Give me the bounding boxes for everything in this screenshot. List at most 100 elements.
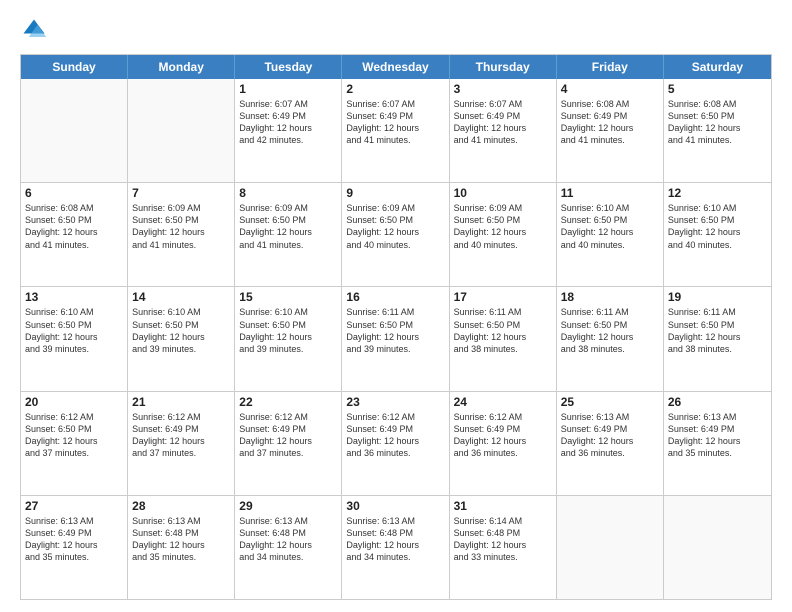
cell-info-line: Daylight: 12 hours [346, 122, 444, 134]
cell-info-line: and 34 minutes. [346, 551, 444, 563]
cell-info-line: Sunrise: 6:11 AM [561, 306, 659, 318]
cell-info-line: Sunset: 6:50 PM [25, 423, 123, 435]
cell-info-line: Sunrise: 6:13 AM [132, 515, 230, 527]
cell-info-line: and 36 minutes. [561, 447, 659, 459]
cell-info-line: Sunset: 6:49 PM [454, 110, 552, 122]
cell-info-line: and 35 minutes. [668, 447, 767, 459]
cell-info-line: Sunrise: 6:13 AM [25, 515, 123, 527]
cell-info-line: and 36 minutes. [346, 447, 444, 459]
empty-cell [128, 79, 235, 182]
day-cell-16: 16Sunrise: 6:11 AMSunset: 6:50 PMDayligh… [342, 287, 449, 390]
cell-info-line: Sunset: 6:50 PM [561, 214, 659, 226]
cell-info-line: Daylight: 12 hours [454, 226, 552, 238]
cell-info-line: Sunset: 6:50 PM [668, 110, 767, 122]
day-cell-29: 29Sunrise: 6:13 AMSunset: 6:48 PMDayligh… [235, 496, 342, 599]
day-number: 14 [132, 290, 230, 304]
day-header-monday: Monday [128, 55, 235, 79]
day-number: 9 [346, 186, 444, 200]
cell-info-line: and 36 minutes. [454, 447, 552, 459]
day-number: 15 [239, 290, 337, 304]
cell-info-line: Sunset: 6:49 PM [668, 423, 767, 435]
day-number: 28 [132, 499, 230, 513]
cell-info-line: and 42 minutes. [239, 134, 337, 146]
day-number: 25 [561, 395, 659, 409]
cell-info-line: Daylight: 12 hours [561, 435, 659, 447]
day-number: 10 [454, 186, 552, 200]
cell-info-line: Sunrise: 6:10 AM [239, 306, 337, 318]
header [20, 16, 772, 44]
cell-info-line: Sunset: 6:50 PM [239, 319, 337, 331]
cell-info-line: Sunrise: 6:10 AM [561, 202, 659, 214]
cell-info-line: Sunrise: 6:13 AM [346, 515, 444, 527]
empty-cell [664, 496, 771, 599]
cell-info-line: Daylight: 12 hours [668, 226, 767, 238]
cell-info-line: Sunset: 6:50 PM [561, 319, 659, 331]
cell-info-line: and 37 minutes. [239, 447, 337, 459]
logo [20, 16, 52, 44]
day-number: 11 [561, 186, 659, 200]
cell-info-line: Sunset: 6:50 PM [132, 214, 230, 226]
cell-info-line: and 39 minutes. [132, 343, 230, 355]
day-number: 13 [25, 290, 123, 304]
day-header-wednesday: Wednesday [342, 55, 449, 79]
day-cell-8: 8Sunrise: 6:09 AMSunset: 6:50 PMDaylight… [235, 183, 342, 286]
day-cell-13: 13Sunrise: 6:10 AMSunset: 6:50 PMDayligh… [21, 287, 128, 390]
cell-info-line: Daylight: 12 hours [561, 331, 659, 343]
empty-cell [21, 79, 128, 182]
day-header-friday: Friday [557, 55, 664, 79]
cell-info-line: Daylight: 12 hours [346, 226, 444, 238]
cell-info-line: Sunrise: 6:07 AM [239, 98, 337, 110]
cell-info-line: Daylight: 12 hours [346, 435, 444, 447]
day-number: 17 [454, 290, 552, 304]
cell-info-line: Sunrise: 6:12 AM [25, 411, 123, 423]
day-number: 2 [346, 82, 444, 96]
cell-info-line: Sunset: 6:49 PM [239, 423, 337, 435]
cell-info-line: and 41 minutes. [239, 239, 337, 251]
cell-info-line: Daylight: 12 hours [132, 539, 230, 551]
cell-info-line: Sunset: 6:50 PM [25, 319, 123, 331]
calendar: SundayMondayTuesdayWednesdayThursdayFrid… [20, 54, 772, 600]
cell-info-line: Daylight: 12 hours [239, 539, 337, 551]
cell-info-line: Sunrise: 6:11 AM [346, 306, 444, 318]
cell-info-line: Sunrise: 6:09 AM [346, 202, 444, 214]
day-cell-19: 19Sunrise: 6:11 AMSunset: 6:50 PMDayligh… [664, 287, 771, 390]
day-cell-21: 21Sunrise: 6:12 AMSunset: 6:49 PMDayligh… [128, 392, 235, 495]
cell-info-line: Daylight: 12 hours [454, 539, 552, 551]
cell-info-line: and 41 minutes. [668, 134, 767, 146]
day-cell-18: 18Sunrise: 6:11 AMSunset: 6:50 PMDayligh… [557, 287, 664, 390]
day-cell-6: 6Sunrise: 6:08 AMSunset: 6:50 PMDaylight… [21, 183, 128, 286]
cell-info-line: Daylight: 12 hours [239, 331, 337, 343]
cell-info-line: Daylight: 12 hours [454, 122, 552, 134]
day-cell-1: 1Sunrise: 6:07 AMSunset: 6:49 PMDaylight… [235, 79, 342, 182]
day-cell-30: 30Sunrise: 6:13 AMSunset: 6:48 PMDayligh… [342, 496, 449, 599]
cell-info-line: Sunrise: 6:13 AM [561, 411, 659, 423]
cell-info-line: Daylight: 12 hours [132, 435, 230, 447]
cell-info-line: and 39 minutes. [239, 343, 337, 355]
cell-info-line: Sunrise: 6:09 AM [239, 202, 337, 214]
cell-info-line: and 38 minutes. [454, 343, 552, 355]
day-number: 22 [239, 395, 337, 409]
cell-info-line: Sunset: 6:50 PM [132, 319, 230, 331]
cell-info-line: Sunrise: 6:07 AM [454, 98, 552, 110]
cell-info-line: Sunrise: 6:08 AM [25, 202, 123, 214]
cell-info-line: and 37 minutes. [132, 447, 230, 459]
cell-info-line: Sunrise: 6:12 AM [239, 411, 337, 423]
cell-info-line: Daylight: 12 hours [239, 122, 337, 134]
cell-info-line: Daylight: 12 hours [454, 435, 552, 447]
day-header-tuesday: Tuesday [235, 55, 342, 79]
cell-info-line: Daylight: 12 hours [668, 122, 767, 134]
cell-info-line: Sunset: 6:48 PM [346, 527, 444, 539]
cell-info-line: Sunset: 6:50 PM [454, 319, 552, 331]
day-cell-4: 4Sunrise: 6:08 AMSunset: 6:49 PMDaylight… [557, 79, 664, 182]
cell-info-line: Sunset: 6:50 PM [346, 214, 444, 226]
cell-info-line: Daylight: 12 hours [25, 331, 123, 343]
day-number: 8 [239, 186, 337, 200]
cell-info-line: Daylight: 12 hours [346, 539, 444, 551]
cell-info-line: Sunrise: 6:11 AM [668, 306, 767, 318]
cell-info-line: Sunset: 6:50 PM [25, 214, 123, 226]
day-cell-10: 10Sunrise: 6:09 AMSunset: 6:50 PMDayligh… [450, 183, 557, 286]
cell-info-line: Daylight: 12 hours [561, 122, 659, 134]
calendar-week-4: 20Sunrise: 6:12 AMSunset: 6:50 PMDayligh… [21, 392, 771, 496]
day-number: 5 [668, 82, 767, 96]
calendar-week-3: 13Sunrise: 6:10 AMSunset: 6:50 PMDayligh… [21, 287, 771, 391]
